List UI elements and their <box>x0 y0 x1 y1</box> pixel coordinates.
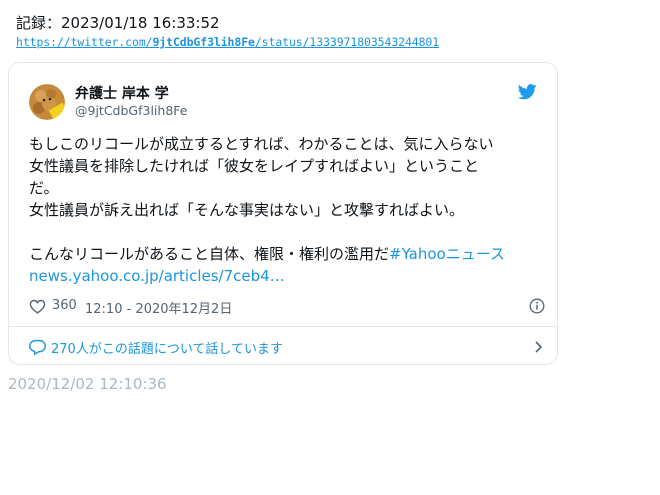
tweet-line: もしこのリコールが成立するとすれば、わかることは、気に入らない <box>29 135 494 153</box>
tweet-line: 女性議員を排除したければ「彼女をレイプすればよい」ということ <box>29 157 480 175</box>
like-count[interactable]: 360 <box>52 298 77 313</box>
tweet-line-text: こんなリコールがあること自体、権限・権利の濫用だ <box>29 245 390 263</box>
record-timestamp: 記録：2023/01/18 16:33:52 <box>16 14 220 32</box>
url-prefix: https://twitter.com/ <box>16 35 153 49</box>
embedded-tweet-card[interactable]: 弁護士 岸本 学 @9jtCdbGf3lih8Fe もしこのリコールが成立すると… <box>8 62 558 365</box>
article-link[interactable]: news.yahoo.co.jp/articles/7ceb4… <box>29 265 544 287</box>
author-name[interactable]: 弁護士 岸本 学 <box>75 83 169 103</box>
tweet-body: もしこのリコールが成立するとすれば、わかることは、気に入らない 女性議員を排除し… <box>29 133 544 287</box>
hashtag-link[interactable]: #Yahooニュース <box>389 245 505 263</box>
capture-timestamp: 2020/12/02 12:10:36 <box>8 375 167 393</box>
twitter-bird-icon[interactable] <box>517 84 537 100</box>
avatar[interactable] <box>29 84 65 120</box>
tweet-line: 女性議員が訴え出れば「そんな事実はない」と攻撃すればよい。 <box>29 201 465 219</box>
author-handle[interactable]: @9jtCdbGf3lih8Fe <box>75 103 187 118</box>
tweet-timestamp[interactable]: 12:10 - 2020年12月2日 <box>85 298 232 317</box>
divider <box>9 326 557 327</box>
tweet-url-link[interactable]: https://twitter.com/9jtCdbGf3lih8Fe/stat… <box>16 35 439 49</box>
info-icon[interactable] <box>529 298 545 314</box>
url-suffix: /status/1333971803543244801 <box>254 35 440 49</box>
tweet-line: こんなリコールがあること自体、権限・権利の濫用だ#Yahooニュース <box>29 243 544 265</box>
url-user: 9jtCdbGf3lih8Fe <box>152 35 255 49</box>
conversation-link[interactable]: 270人がこの話題について話しています <box>28 337 543 357</box>
heart-icon[interactable] <box>29 299 46 314</box>
conversation-text: 270人がこの話題について話しています <box>51 342 284 357</box>
tweet-line: だ。 <box>29 179 59 197</box>
tweet-meta: 360 12:10 - 2020年12月2日 <box>29 297 545 317</box>
chevron-right-icon <box>531 340 545 354</box>
speech-bubble-icon <box>28 339 47 356</box>
